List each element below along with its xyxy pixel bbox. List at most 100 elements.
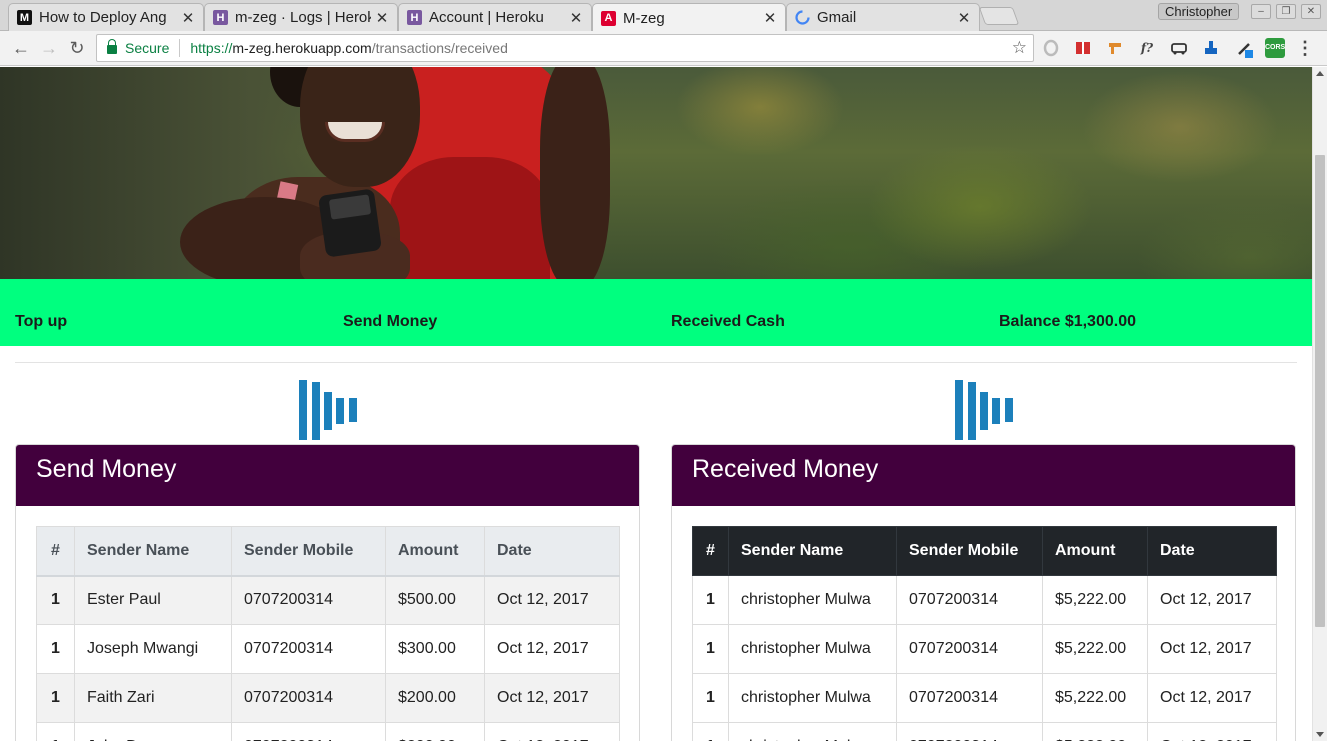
sender-name: christopher Mulwa [728, 722, 897, 741]
medium-logo-icon: M [17, 10, 32, 25]
browser-toolbar: ← → ↻ Secure https:// m-zeg.herokuapp.co… [0, 31, 1327, 66]
date: Oct 12, 2017 [484, 575, 620, 625]
sender-mobile: 0707200314 [231, 624, 386, 674]
new-tab-button[interactable] [978, 7, 1020, 25]
received-money-table: # Sender Name Sender Mobile Amount Date … [692, 526, 1277, 741]
address-bar[interactable]: Secure https:// m-zeg.herokuapp.com /tra… [96, 34, 1034, 62]
nav-received-cash[interactable]: Received Cash [671, 313, 785, 331]
sender-mobile: 0707200314 [231, 722, 386, 741]
browser-tab-4-active[interactable]: A M-zeg ✕ [592, 3, 786, 32]
extension-fonts-icon[interactable]: f? [1137, 38, 1157, 58]
profile-button[interactable]: Christopher [1158, 3, 1240, 20]
nav-menu-bar: Top up Send Money Received Cash Balance … [0, 279, 1312, 346]
extension-orange-tool-icon[interactable] [1105, 38, 1125, 58]
page-viewport: Top up Send Money Received Cash Balance … [0, 67, 1312, 741]
column-header: Sender Name [728, 526, 897, 576]
sender-name: John Doe [74, 722, 232, 741]
close-tab-icon[interactable]: ✕ [181, 9, 195, 27]
column-header: # [36, 526, 75, 577]
sender-name: Faith Zari [74, 673, 232, 723]
extension-cors-icon[interactable]: CORS [1265, 38, 1285, 58]
close-tab-icon[interactable]: ✕ [569, 9, 583, 27]
amount: $5,222.00 [1042, 673, 1148, 723]
page-scrollbar[interactable] [1312, 67, 1327, 741]
row-index: 1 [692, 722, 729, 741]
close-tab-icon[interactable]: ✕ [763, 9, 777, 27]
maximize-button[interactable]: ❐ [1276, 4, 1296, 19]
amount: $5,222.00 [1042, 575, 1148, 625]
row-index: 1 [36, 624, 75, 674]
extension-red-gift-icon[interactable] [1073, 38, 1093, 58]
close-tab-icon[interactable]: ✕ [957, 9, 971, 27]
minimize-button[interactable]: – [1251, 4, 1271, 19]
sender-mobile: 0707200314 [896, 673, 1043, 723]
row-index: 1 [692, 673, 729, 723]
tab-title: Account | Heroku [429, 9, 544, 26]
date: Oct 12, 2017 [1147, 575, 1277, 625]
angular-logo-icon: A [601, 10, 616, 26]
scroll-down-arrow-icon[interactable] [1316, 732, 1324, 737]
browser-menu-icon[interactable]: ⋮ [1295, 38, 1315, 58]
send-money-card-title: Send Money [16, 445, 639, 506]
extension-eyedropper-icon[interactable] [1235, 38, 1255, 58]
received-money-card-title: Received Money [672, 445, 1295, 506]
amount: $500.00 [385, 575, 485, 625]
row-index: 1 [36, 722, 75, 741]
send-money-table: # Sender Name Sender Mobile Amount Date … [36, 526, 620, 741]
extension-car-icon[interactable] [1169, 38, 1189, 58]
scrollbar-thumb[interactable] [1315, 155, 1325, 627]
received-money-card: Received Money # Sender Name Sender Mobi… [671, 444, 1296, 741]
extension-opera-icon[interactable] [1041, 38, 1061, 58]
table-row: 1 Joseph Mwangi 0707200314 $300.00 Oct 1… [36, 624, 620, 674]
date: Oct 12, 2017 [1147, 624, 1277, 674]
sender-name: Ester Paul [74, 575, 232, 625]
nav-top-up[interactable]: Top up [15, 313, 67, 331]
close-tab-icon[interactable]: ✕ [375, 9, 389, 27]
amount: $300.00 [385, 624, 485, 674]
back-button[interactable]: ← [10, 37, 32, 59]
browser-tab-2[interactable]: H m-zeg · Logs | Herok ✕ [204, 3, 398, 31]
sender-mobile: 0707200314 [231, 673, 386, 723]
date: Oct 12, 2017 [484, 624, 620, 674]
date: Oct 12, 2017 [1147, 722, 1277, 741]
reload-button[interactable]: ↻ [66, 37, 88, 59]
row-index: 1 [36, 673, 75, 723]
column-header: Sender Mobile [231, 526, 386, 577]
scroll-up-arrow-icon[interactable] [1316, 71, 1324, 76]
extension-blue-stamp-icon[interactable] [1201, 38, 1221, 58]
forward-button[interactable]: → [38, 37, 60, 59]
tab-title: How to Deploy Ang [39, 9, 167, 26]
table-row: 1 christopher Mulwa 0707200314 $5,222.00… [692, 575, 1277, 625]
sender-mobile: 0707200314 [896, 722, 1043, 741]
table-row: 1 christopher Mulwa 0707200314 $5,222.00… [692, 673, 1277, 723]
loading-spinner-icon [795, 10, 810, 25]
column-header: Amount [1042, 526, 1148, 576]
column-header: Sender Mobile [896, 526, 1043, 576]
browser-tab-3[interactable]: H Account | Heroku ✕ [398, 3, 592, 31]
row-index: 1 [692, 575, 729, 625]
table-row: 1 Faith Zari 0707200314 $200.00 Oct 12, … [36, 673, 620, 723]
divider [15, 362, 1297, 363]
tab-title: M-zeg [623, 9, 665, 27]
amount: $5,222.00 [1042, 722, 1148, 741]
table-header-row: # Sender Name Sender Mobile Amount Date [36, 526, 620, 577]
nav-send-money[interactable]: Send Money [343, 313, 437, 331]
amount: $200.00 [385, 722, 485, 741]
browser-tab-5[interactable]: Gmail ✕ [786, 3, 980, 31]
close-window-button[interactable]: ✕ [1301, 4, 1321, 19]
bookmark-star-icon[interactable]: ☆ [1012, 38, 1027, 58]
browser-tab-1[interactable]: M How to Deploy Ang ✕ [8, 3, 204, 31]
amount: $5,222.00 [1042, 624, 1148, 674]
date: Oct 12, 2017 [1147, 673, 1277, 723]
date: Oct 12, 2017 [484, 722, 620, 741]
sender-mobile: 0707200314 [896, 575, 1043, 625]
column-header: Amount [385, 526, 485, 577]
table-row: 1 John Doe 0707200314 $200.00 Oct 12, 20… [36, 722, 620, 741]
column-header: Sender Name [74, 526, 232, 577]
browser-tab-strip: M How to Deploy Ang ✕ H m-zeg · Logs | H… [0, 0, 1327, 32]
column-header: Date [1147, 526, 1277, 576]
balance-display: Balance $1,300.00 [999, 313, 1136, 330]
row-index: 1 [36, 575, 75, 625]
table-row: 1 christopher Mulwa 0707200314 $5,222.00… [692, 624, 1277, 674]
table-header-row: # Sender Name Sender Mobile Amount Date [692, 526, 1277, 576]
